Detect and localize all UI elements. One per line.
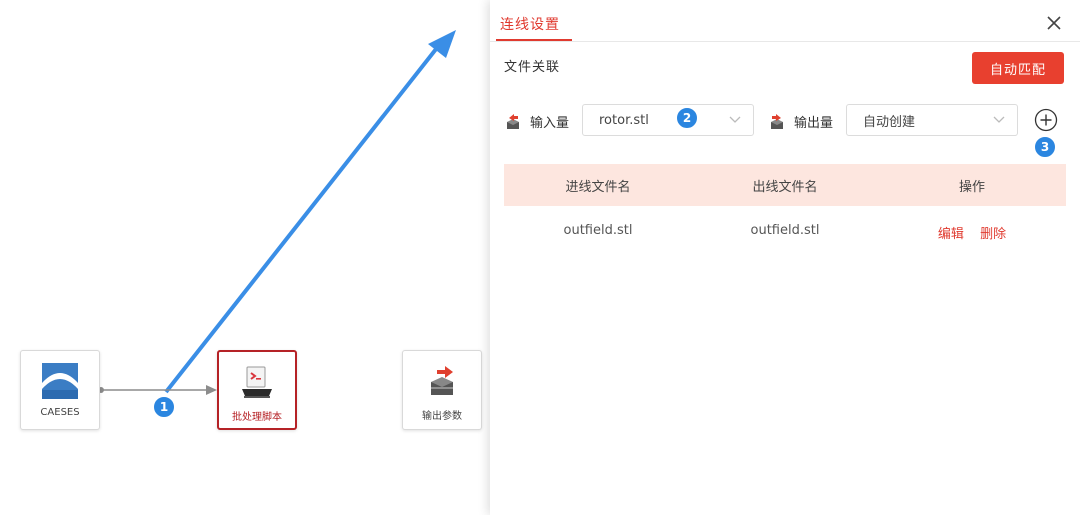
step-badge-1: 1 — [153, 396, 175, 418]
delete-link[interactable]: 删除 — [980, 227, 1006, 242]
edit-link[interactable]: 编辑 — [938, 227, 964, 242]
node-label: 批处理脚本 — [232, 412, 282, 423]
chevron-down-icon — [729, 116, 741, 123]
node-label: CAESES — [40, 407, 80, 418]
auto-match-button[interactable]: 自动匹配 — [972, 52, 1064, 84]
output-select-value: 自动创建 — [863, 114, 916, 130]
input-select-value: rotor.stl — [599, 112, 649, 128]
step-badge-2: 2 — [676, 107, 698, 129]
active-tab-underline — [496, 39, 572, 41]
node-label: 输出参数 — [422, 411, 462, 422]
section-title-file-association: 文件关联 — [504, 60, 561, 75]
output-box-icon — [768, 113, 786, 131]
caeses-logo-icon — [40, 361, 80, 401]
connection-arrowhead — [206, 385, 217, 395]
add-plus-icon[interactable] — [1034, 108, 1058, 132]
cell-actions: 编辑 删除 — [878, 223, 1066, 242]
input-select[interactable]: rotor.stl — [582, 104, 754, 136]
node-caeses[interactable]: CAESES — [20, 350, 100, 430]
connection-settings-dialog: 连线设置 文件关联 自动匹配 输入量 rotor.stl 2 输出量 自动创建 … — [490, 0, 1080, 515]
tab-connection-settings[interactable]: 连线设置 — [500, 14, 560, 34]
input-box-icon — [504, 113, 522, 131]
input-field-label: 输入量 — [504, 112, 569, 131]
node-batch-script[interactable]: 批处理脚本 — [217, 350, 297, 430]
output-params-icon — [422, 361, 462, 401]
file-table-header: 进线文件名 出线文件名 操作 — [504, 164, 1066, 206]
terminal-script-icon — [237, 362, 277, 402]
input-label-text: 输入量 — [530, 116, 570, 131]
blue-pointer-arrow — [164, 42, 442, 394]
dialog-header: 连线设置 — [490, 0, 1080, 42]
col-header-actions: 操作 — [958, 179, 985, 195]
output-select[interactable]: 自动创建 — [846, 104, 1018, 136]
cell-out-file: outfield.stl — [750, 223, 820, 238]
chevron-down-icon — [993, 116, 1005, 123]
output-field-label: 输出量 — [768, 112, 833, 131]
table-row: outfield.stl outfield.stl 编辑 删除 — [504, 212, 1066, 250]
node-output-params[interactable]: 输出参数 — [402, 350, 482, 430]
cell-in-file: outfield.stl — [563, 223, 633, 238]
step-badge-3: 3 — [1034, 136, 1056, 158]
col-header-in-file: 进线文件名 — [565, 179, 631, 195]
close-icon[interactable] — [1044, 13, 1064, 33]
output-label-text: 输出量 — [794, 116, 834, 131]
col-header-out-file: 出线文件名 — [752, 179, 818, 195]
